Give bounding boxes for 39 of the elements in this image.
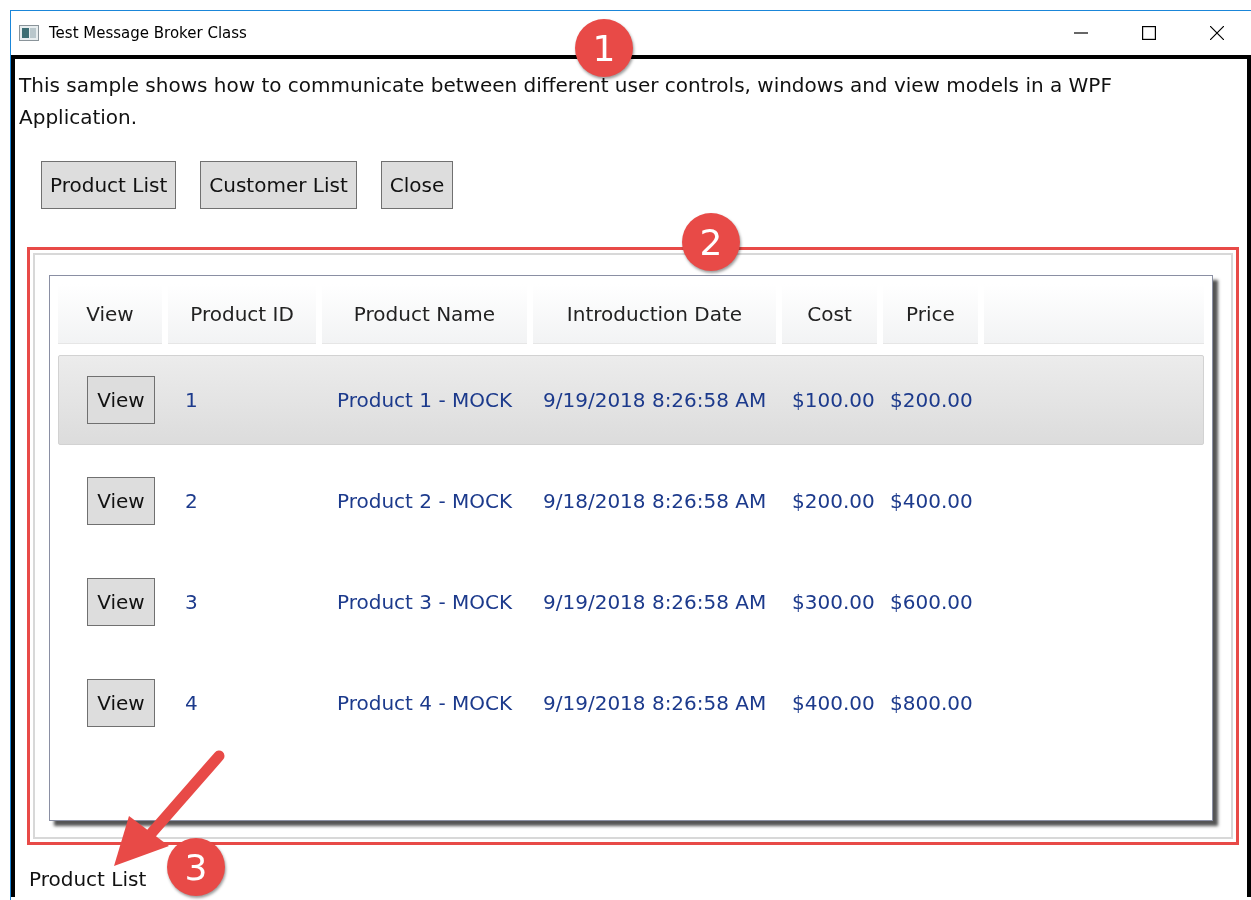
table-cell-text: Product 2 - MOCK	[337, 489, 514, 513]
view-button[interactable]: View	[87, 679, 155, 727]
callout-badge: 1	[575, 19, 633, 77]
table-cell-text: Product 1 - MOCK	[337, 388, 514, 412]
table-row[interactable]: View 1 Product 1 - MOCK 9/19/2018 8:26:58 AM $100.00 $200.00	[58, 355, 1204, 445]
table-cell: $400.00	[890, 489, 973, 513]
table-cell-text: 4	[185, 691, 199, 715]
status-text: Product List	[29, 867, 147, 891]
table-row[interactable]: View 3 Product 3 - MOCK 9/19/2018 8:26:58 AM $300.00 $600.00	[58, 557, 1204, 647]
table-row[interactable]: View 4 Product 4 - MOCK 9/19/2018 8:26:58 AM $400.00 $800.00	[58, 658, 1204, 748]
table-cell-text: 9/19/2018 8:26:58 AM	[543, 590, 768, 614]
table-cell-text: Product 4 - MOCK	[337, 691, 514, 715]
action-button[interactable]: Customer List	[200, 161, 357, 209]
table-cell-text: 1	[185, 388, 199, 412]
table-cell-text: $300.00	[792, 590, 876, 614]
table-cell-text: 3	[185, 590, 199, 614]
table-cell: $200.00	[890, 388, 973, 412]
table-cell: $800.00	[890, 691, 973, 715]
app-icon	[19, 25, 39, 41]
maximize-icon	[1142, 26, 1156, 40]
callout-badge: 2	[682, 213, 740, 271]
action-button[interactable]: Close	[380, 161, 454, 209]
view-button[interactable]: View	[87, 477, 155, 525]
table-cell-text: $400.00	[792, 691, 876, 715]
table-cell: $600.00	[890, 590, 973, 614]
window-title: Test Message Broker Class	[49, 24, 247, 42]
table-cell-text: 9/18/2018 8:26:58 AM	[543, 489, 768, 513]
view-button[interactable]: View	[87, 578, 155, 626]
table-cell-text: $100.00	[792, 388, 876, 412]
table-cell-text: 9/19/2018 8:26:58 AM	[543, 388, 768, 412]
table-row[interactable]: View 2 Product 2 - MOCK 9/18/2018 8:26:58 AM $200.00 $400.00	[58, 456, 1204, 546]
table-cell-text: 9/19/2018 8:26:58 AM	[543, 691, 768, 715]
action-button[interactable]: Product List	[41, 161, 177, 209]
callout-badge: 3	[167, 838, 225, 896]
table-cell-text: $200.00	[792, 489, 876, 513]
table-cell-text: Product 3 - MOCK	[337, 590, 514, 614]
close-icon	[1210, 26, 1224, 40]
table-cell-text: 2	[185, 489, 199, 513]
view-button[interactable]: View	[87, 376, 155, 424]
